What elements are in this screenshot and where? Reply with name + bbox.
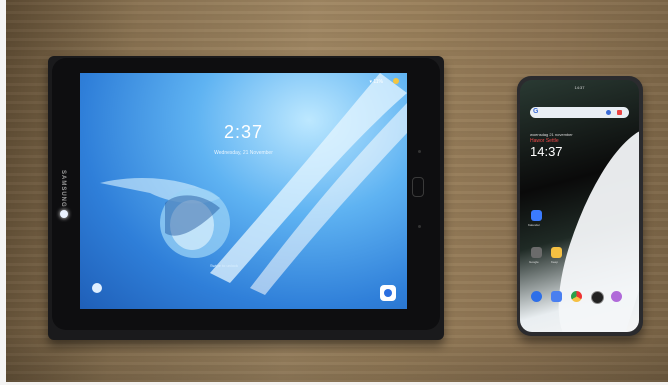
tablet-lock-clock: 2:37 bbox=[223, 122, 264, 142]
phone-status-time: 14:37 bbox=[574, 85, 585, 90]
tablet-camera-flare bbox=[60, 210, 68, 218]
tablet-unlock-hint: Swipe to unlock bbox=[210, 263, 239, 268]
image-border-left bbox=[0, 0, 6, 385]
camera-app-icon[interactable] bbox=[591, 291, 604, 304]
google-search-bar[interactable] bbox=[530, 107, 629, 118]
google-logo-icon: G bbox=[533, 108, 539, 115]
calendar-app-icon[interactable] bbox=[531, 210, 542, 221]
tablet-sensor-dot bbox=[418, 150, 421, 153]
phone-date: woensdag 21 november bbox=[530, 132, 573, 137]
phone-clock: 14:37 bbox=[530, 144, 563, 159]
gallery-app-icon[interactable] bbox=[611, 291, 622, 302]
phone-shortcut-icon[interactable] bbox=[92, 283, 102, 293]
tablet-status-indicator bbox=[393, 78, 399, 84]
keep-app-icon[interactable] bbox=[551, 247, 562, 258]
microphone-icon[interactable] bbox=[606, 110, 611, 115]
phone-home-screen: 14:37 G woensdag 21 november Hawor Settl… bbox=[520, 80, 639, 332]
tablet-lock-screen: ▾ 11% 2:37 Wednesday, 21 November Swipe … bbox=[80, 73, 407, 309]
keep-app-label: Keep bbox=[551, 260, 559, 264]
photo-scene: SAMSUNG ▾ 11% 2:37 Wednesday, 21 Novembe… bbox=[0, 0, 668, 385]
phone-dialer-icon[interactable] bbox=[531, 291, 542, 302]
water-splash-wallpaper bbox=[100, 73, 407, 295]
tablet-brand-label: SAMSUNG bbox=[60, 170, 66, 208]
tablet-status-text: ▾ 11% bbox=[369, 79, 383, 85]
tablet-home-button bbox=[412, 177, 424, 197]
google-folder-icon[interactable] bbox=[531, 247, 542, 258]
camera-shortcut-icon[interactable] bbox=[380, 285, 396, 301]
tablet-sensor-dot bbox=[418, 225, 421, 228]
tablet-lock-date: Wednesday, 21 November bbox=[214, 150, 273, 156]
messages-icon[interactable] bbox=[551, 291, 562, 302]
chrome-icon[interactable] bbox=[571, 291, 582, 302]
calendar-app-label: Kalender bbox=[528, 223, 541, 227]
lens-icon[interactable] bbox=[617, 110, 622, 115]
google-folder-label: Google bbox=[529, 260, 539, 264]
